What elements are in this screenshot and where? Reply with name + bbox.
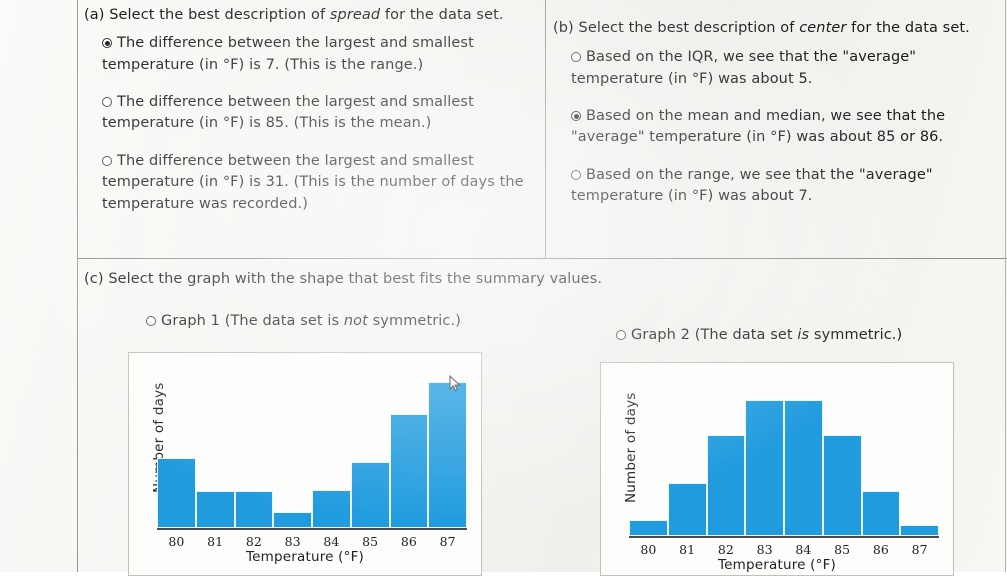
- x-tick-label: 81: [207, 534, 224, 549]
- bar: [312, 489, 351, 528]
- radio-icon[interactable]: [102, 97, 112, 108]
- graph-1[interactable]: Number of days 80 81 82 83 84 85 86 87 Temperat…: [128, 352, 482, 576]
- graph-2-x-axis-label-text: Temperature (°F): [717, 557, 837, 573]
- graph-1-x-axis: [157, 528, 467, 530]
- x-tick-label: 82: [245, 534, 262, 549]
- x-tick-label: 83: [284, 534, 301, 549]
- graph-1-choice[interactable]: Graph 1 (The data set is not symmetric.): [146, 311, 486, 332]
- part-a-option-1[interactable]: The difference between the largest and s…: [102, 33, 522, 76]
- part-a-prompt-pre: Select the best description of: [109, 7, 330, 23]
- x-tick-label: 80: [640, 542, 657, 557]
- part-b-option-3-label: Based on the range, we see that the "ave…: [571, 166, 933, 205]
- part-b-option-2[interactable]: Based on the mean and median, we see tha…: [571, 106, 983, 149]
- radio-icon[interactable]: [616, 330, 626, 340]
- graph-2-choice-post: symmetric.): [809, 327, 903, 343]
- graph-1-plot: Number of days 80 81 82 83 84 85 86 87 Temperat…: [129, 353, 481, 575]
- graph-2-choice-keyword: is: [797, 327, 810, 343]
- bar: [157, 457, 196, 528]
- graph-2-choice[interactable]: Graph 2 (The data set is symmetric.): [616, 325, 956, 346]
- bar: [706, 435, 746, 536]
- x-tick-label: 84: [795, 542, 812, 557]
- part-b-prompt: (b) Select the best description of cente…: [553, 19, 1001, 37]
- graph-2[interactable]: Number of days 80 81 82 83 84 85 86 87 Temperat…: [600, 362, 954, 576]
- graph-2-y-axis-label: Number of days: [623, 392, 639, 504]
- x-tick-label: 85: [362, 534, 379, 549]
- x-tick-label: 87: [911, 542, 928, 557]
- part-a-option-2[interactable]: The difference between the largest and s…: [102, 92, 522, 135]
- part-b-prompt-keyword: center: [799, 20, 847, 36]
- part-c-prompt: (c) Select the graph with the shape that…: [84, 270, 984, 288]
- x-tick-label: 86: [872, 542, 889, 557]
- bar: [234, 491, 274, 528]
- part-a-prompt-keyword: spread: [329, 7, 381, 23]
- radio-icon[interactable]: [102, 155, 112, 166]
- part-b-label: (b): [553, 20, 574, 36]
- part-b-option-1-label: Based on the IQR, we see that the "avera…: [571, 49, 917, 87]
- graph-2-x-axis-label: Temperature (°F): [601, 557, 953, 573]
- graph-2-choice-pre: Graph 2 (The data set: [631, 327, 798, 343]
- part-a-cell: (a) Select the best description of sprea…: [84, 6, 536, 215]
- graph-2-x-axis: [629, 536, 939, 538]
- part-a-prompt: (a) Select the best description of sprea…: [84, 6, 536, 24]
- table-right-edge: [1005, 0, 1006, 572]
- graph-1-choice-pre: Graph 1 (The data set is: [161, 313, 344, 329]
- x-tick-label: 83: [756, 542, 773, 557]
- bar: [428, 382, 467, 528]
- graph-1-x-axis-label-text: Temperature (°F): [245, 549, 365, 565]
- radio-icon[interactable]: [102, 38, 112, 49]
- part-a-option-2-label: The difference between the largest and s…: [102, 94, 474, 132]
- graph-1-choice-keyword: not: [343, 313, 368, 329]
- x-tick-label: 86: [400, 534, 417, 549]
- part-b-prompt-post: for the data set.: [846, 20, 970, 36]
- part-c-label: (c): [84, 271, 104, 287]
- part-a-option-1-label: The difference between the largest and s…: [102, 35, 474, 73]
- x-tick-label: 84: [323, 534, 340, 549]
- part-a-label: (a): [84, 7, 105, 23]
- radio-icon[interactable]: [571, 169, 581, 180]
- part-c-cell: (c) Select the graph with the shape that…: [84, 270, 984, 288]
- part-c-prompt-text: Select the graph with the shape that bes…: [108, 271, 603, 287]
- row-divider: [77, 258, 1007, 259]
- bar: [900, 524, 939, 536]
- mouse-cursor-icon: [449, 375, 461, 392]
- part-b-option-3[interactable]: Based on the range, we see that the "ave…: [571, 165, 983, 208]
- column-divider: [545, 0, 546, 258]
- part-b-option-2-label: Based on the mean and median, we see tha…: [571, 108, 946, 146]
- part-a-option-3[interactable]: The difference between the largest and s…: [102, 151, 538, 215]
- part-b-cell: (b) Select the best description of cente…: [553, 19, 1001, 208]
- radio-icon[interactable]: [146, 316, 156, 326]
- bar: [389, 414, 429, 528]
- bar: [195, 491, 235, 528]
- part-a-prompt-post: for the data set.: [380, 7, 504, 23]
- radio-icon[interactable]: [571, 111, 581, 122]
- graph-2-plot: Number of days 80 81 82 83 84 85 86 87 Temperat…: [601, 363, 953, 575]
- part-b-option-1[interactable]: Based on the IQR, we see that the "avera…: [571, 47, 983, 90]
- part-a-option-3-label: The difference between the largest and s…: [102, 152, 524, 212]
- graph-1-x-axis-label: Temperature (°F): [129, 549, 481, 565]
- x-tick-label: 82: [717, 542, 734, 557]
- radio-icon[interactable]: [571, 52, 581, 63]
- bar: [667, 483, 707, 536]
- bar: [350, 462, 390, 528]
- x-tick-label: 85: [834, 542, 851, 557]
- x-tick-label: 81: [679, 542, 696, 557]
- bar: [745, 400, 784, 536]
- bar: [629, 520, 668, 536]
- bar: [784, 400, 823, 536]
- bar: [273, 512, 312, 528]
- graph-1-choice-post: symmetric.): [367, 313, 461, 329]
- bar: [822, 435, 862, 536]
- x-tick-label: 87: [439, 534, 456, 549]
- x-tick-label: 80: [168, 534, 185, 549]
- part-b-prompt-pre: Select the best description of: [578, 20, 800, 36]
- bar: [861, 491, 901, 536]
